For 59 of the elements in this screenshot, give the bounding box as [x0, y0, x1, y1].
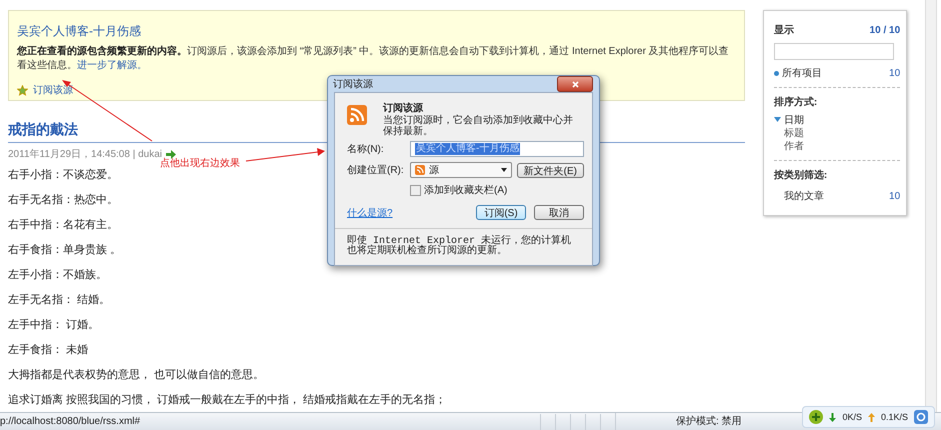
network-monitor[interactable]: 0K/S 0.1K/S: [802, 406, 935, 428]
upload-arrow-icon: [868, 412, 875, 422]
article-meta: 2011年11月29日，14:45:08 | dukai: [8, 148, 162, 160]
article-paragraph: 右手无名指：热恋中。: [8, 192, 118, 208]
upload-speed: 0.1K/S: [880, 412, 908, 422]
article-paragraph: 大拇指都是代表权势的意思， 也可以做自信的意思。: [8, 368, 264, 383]
location-dropdown[interactable]: 源: [410, 162, 512, 178]
dialog-button[interactable]: 取消: [534, 205, 584, 220]
display-heading: 显示: [774, 24, 794, 37]
rss-icon: [347, 105, 367, 125]
sort-option[interactable]: 作者: [784, 140, 804, 153]
article-paragraph: 左手食指： 未婚: [8, 343, 88, 358]
annotation-note: 点他出现右边效果: [160, 158, 240, 170]
article-paragraph: 右手中指：名花有主。: [8, 218, 118, 233]
close-icon: [572, 80, 578, 88]
help-link[interactable]: 什么是源?: [347, 206, 393, 220]
scrollbar[interactable]: [925, 0, 937, 412]
close-button[interactable]: [557, 76, 593, 92]
all-items-link[interactable]: 所有项目: [782, 67, 822, 80]
sort-option[interactable]: 日期: [784, 114, 804, 127]
bullet-icon: [774, 71, 779, 76]
category-heading: 按类别筛选:: [774, 168, 828, 182]
category-count: 10: [889, 190, 900, 202]
download-arrow-icon: [829, 412, 836, 422]
plus-circle-icon: [809, 410, 824, 424]
browser-icon: [914, 410, 928, 424]
new-folder-button[interactable]: 新文件夹(E): [516, 162, 584, 178]
article-paragraph: 左手无名指： 结婚。: [8, 293, 110, 308]
feed-description: 您正在查看的源包含频繁更新的内容。订阅源后，该源会添加到 “常见源列表” 中。该源的更新信息会自动下载到计算机，通过 Internet Explorer 及其他程序可以查看这些信息。进一步了解源。: [17, 45, 730, 73]
subscribe-link[interactable]: 订阅该源: [33, 83, 73, 97]
status-url: p://localhost:8080/blue/rss.xml#: [0, 416, 142, 427]
name-label: 名称(N):: [347, 143, 385, 156]
filter-field[interactable]: [774, 43, 894, 60]
dialog-button[interactable]: 订阅(S): [476, 205, 526, 220]
item-count: 10 / 10: [870, 24, 900, 36]
dialog-description: 当您订阅源时，它会自动添加到收藏中心并保持最新。: [383, 115, 573, 137]
feed-title: 吴宾个人博客-十月伤感: [17, 23, 142, 40]
rss-icon: [415, 165, 425, 175]
favorites-bar-checkbox[interactable]: [410, 184, 421, 196]
star-icon: [17, 84, 28, 96]
article-paragraph: 右手食指：单身贵族 。: [8, 242, 122, 258]
article-paragraph: 左手小指：不婚族。: [8, 268, 107, 283]
category-link[interactable]: 我的文章: [784, 189, 824, 203]
dialog-title: 订阅该源: [333, 78, 373, 91]
dialog-footer-note: 即使 Internet Explorer 未运行，您的计算机也将定期联机检查所订阅源的更新。: [335, 228, 592, 265]
dropdown-arrow-icon: [500, 168, 507, 172]
sort-option[interactable]: 标题: [784, 127, 804, 140]
sort-heading: 排序方式:: [774, 95, 818, 109]
arrow-right-icon[interactable]: [166, 150, 176, 158]
article-paragraph: 左手中指： 订婚。: [8, 318, 100, 333]
all-items-count: 10: [889, 68, 900, 79]
dialog-heading: 订阅该源: [383, 102, 424, 114]
learn-more-link[interactable]: 进一步了解源。: [77, 60, 147, 71]
sort-indicator-icon: [774, 117, 781, 122]
location-label: 创建位置(R):: [347, 164, 405, 177]
article-paragraph: 右手小指：不谈恋爱。: [8, 168, 118, 183]
favorites-bar-label[interactable]: 添加到收藏夹栏(A): [424, 183, 508, 197]
download-speed: 0K/S: [842, 412, 862, 422]
article-paragraph: 追求订婚离 按照我国的习惯， 订婚戒一般戴在左手的中指， 结婚戒指戴在左手的无名指；: [8, 392, 446, 408]
